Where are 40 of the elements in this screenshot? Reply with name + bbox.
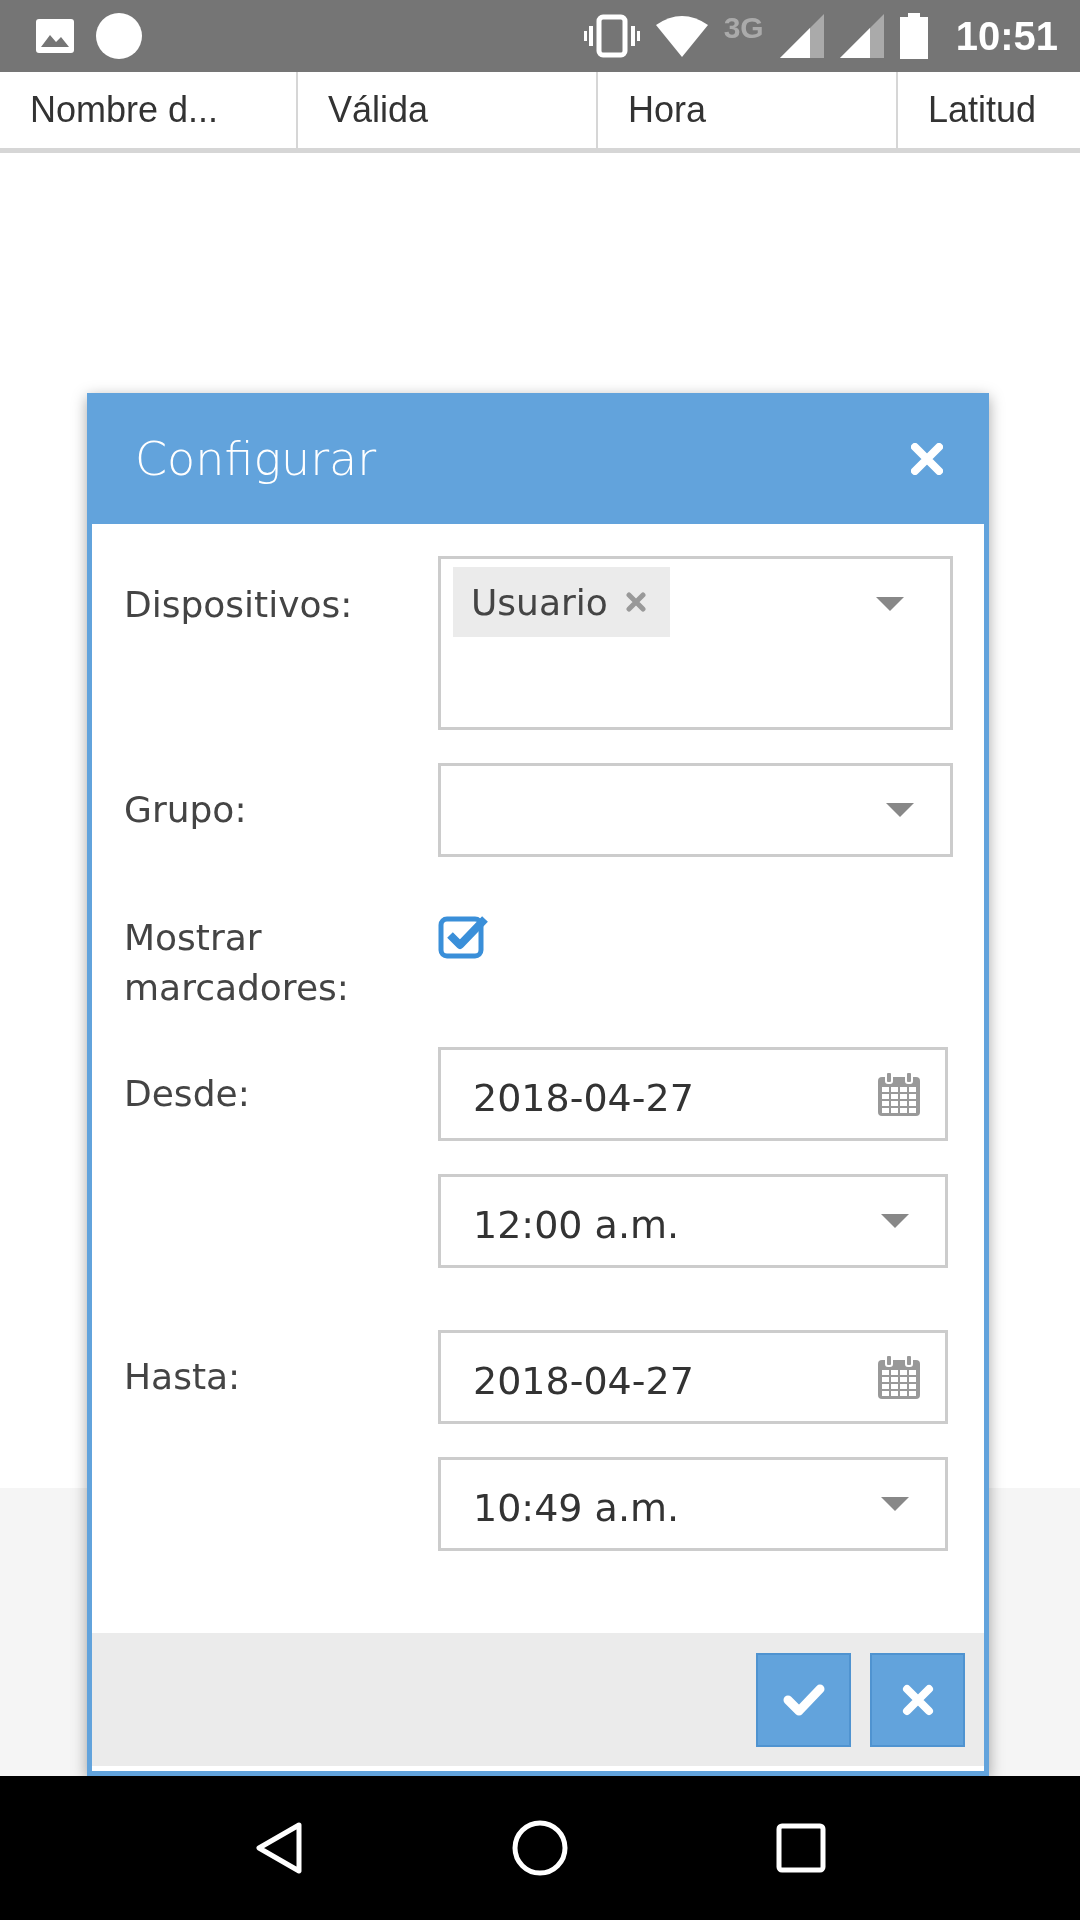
caret-icon: [886, 803, 914, 817]
wifi-icon: [655, 15, 708, 57]
time-select[interactable]: 10:49 a.m.: [438, 1457, 948, 1551]
date-field[interactable]: 2018-04-27: [438, 1047, 948, 1141]
field-label: Grupo:: [124, 788, 248, 832]
field-label: Hasta:: [124, 1355, 242, 1399]
calendar-icon[interactable]: [877, 1071, 921, 1117]
close-icon: [901, 1683, 934, 1716]
cancel-button[interactable]: [870, 1652, 965, 1747]
select-field[interactable]: [438, 763, 953, 857]
field-label: Mostrar marcadores:: [124, 916, 350, 1010]
signal-icon: [839, 14, 884, 58]
check-icon: [782, 1683, 825, 1716]
signal-icon: [779, 14, 824, 58]
caret-icon: [881, 1214, 909, 1228]
battery-icon: [899, 13, 928, 59]
dialog-title: Configurar: [135, 431, 377, 486]
vibrate-icon: [583, 14, 640, 58]
column-header[interactable]: Válida: [298, 72, 598, 148]
calendar-icon[interactable]: [877, 1354, 921, 1400]
clock: 10:51: [955, 13, 1058, 59]
field-label: Desde:: [124, 1072, 251, 1116]
recents-icon[interactable]: [776, 1823, 826, 1873]
close-icon[interactable]: [911, 442, 943, 475]
confirm-button[interactable]: [756, 1652, 851, 1747]
remove-icon[interactable]: [625, 592, 646, 612]
image-icon: [36, 19, 74, 53]
column-header[interactable]: Latitud: [898, 72, 1080, 148]
column-header[interactable]: Hora: [598, 72, 898, 148]
field-label: Dispositivos:: [124, 583, 354, 627]
circle-icon: [96, 13, 142, 59]
caret-icon: [876, 597, 904, 611]
date-field[interactable]: 2018-04-27: [438, 1330, 948, 1424]
time-select[interactable]: 12:00 a.m.: [438, 1174, 948, 1268]
multi-select[interactable]: Usuario: [438, 556, 953, 730]
column-header[interactable]: Nombre d...: [0, 72, 298, 148]
home-icon[interactable]: [512, 1820, 568, 1876]
caret-icon: [881, 1497, 909, 1511]
back-icon[interactable]: [254, 1821, 304, 1875]
tag: Usuario: [453, 567, 670, 637]
